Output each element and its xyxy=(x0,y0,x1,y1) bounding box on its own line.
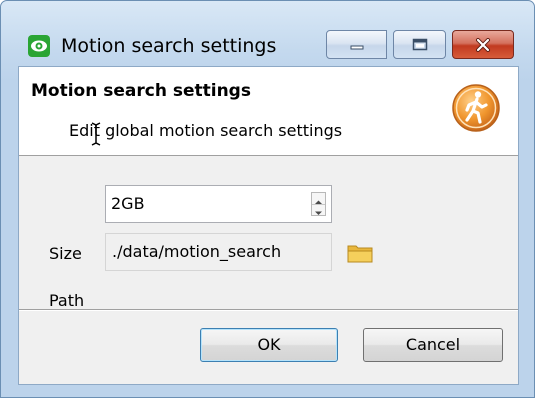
eye-icon xyxy=(28,35,50,57)
maximize-button[interactable] xyxy=(393,30,446,59)
spin-buttons xyxy=(311,192,326,216)
close-icon xyxy=(476,37,490,52)
spin-down-button[interactable] xyxy=(312,204,325,215)
size-label: Size xyxy=(49,244,82,263)
path-label: Path xyxy=(49,291,85,310)
dialog-body: Motion search settings Edit global motio… xyxy=(18,66,519,385)
size-value[interactable]: 2GB xyxy=(111,186,145,222)
minimize-button[interactable] xyxy=(326,30,387,59)
chevron-down-icon xyxy=(315,211,322,215)
header-subtitle: Edit global motion search settings xyxy=(69,121,343,140)
cancel-button[interactable]: Cancel xyxy=(363,328,503,362)
text-cursor-icon xyxy=(91,122,101,146)
caption-buttons xyxy=(326,30,514,59)
minimize-icon xyxy=(350,45,363,49)
maximize-icon xyxy=(412,38,427,51)
path-field[interactable]: ./data/motion_search xyxy=(105,233,332,271)
title-bar[interactable]: Motion search settings xyxy=(1,1,534,61)
separator xyxy=(19,309,518,311)
window-title: Motion search settings xyxy=(61,35,277,57)
header-title: Motion search settings xyxy=(31,81,251,101)
ok-button[interactable]: OK xyxy=(200,328,338,362)
dialog-window: Motion search settings Motion search set… xyxy=(0,0,535,398)
walking-person-icon xyxy=(452,84,500,132)
close-button[interactable] xyxy=(452,30,514,59)
folder-icon[interactable] xyxy=(347,243,373,263)
size-spinbox[interactable]: 2GB xyxy=(105,185,332,223)
